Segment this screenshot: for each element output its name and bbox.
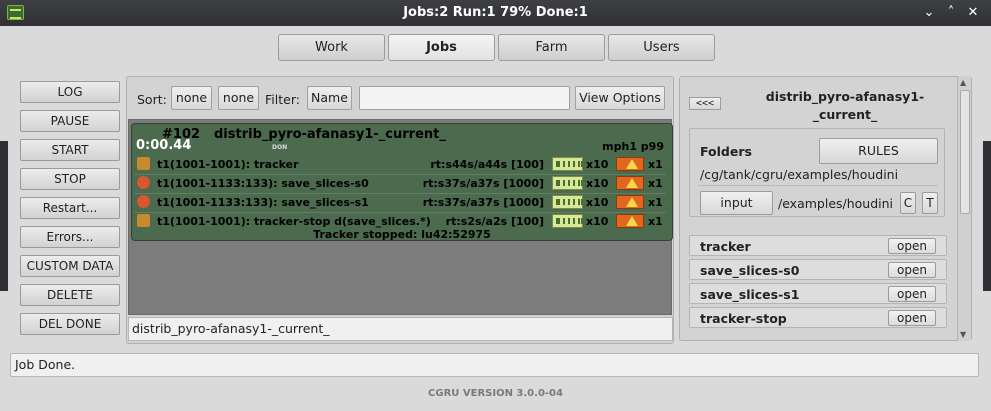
del-done-button[interactable]: DEL DONE [20,313,120,335]
job-item[interactable]: #102 distrib_pyro-afanasy1-_current_ 0:0… [131,123,673,241]
folders-label: Folders [700,144,752,159]
tab-work[interactable]: Work [278,34,385,61]
tracker-icon [137,157,150,170]
block-runtime: rt:s2s/a2s [100] [445,215,544,228]
tracker-icon [137,214,150,227]
job-host: mph1 p99 [602,140,664,153]
job-state: DON [272,144,288,151]
sort-label: Sort: [137,92,167,107]
open-button[interactable]: open [888,238,936,254]
slices-icon [137,176,150,189]
details-block-save-slices-s1: save_slices-s1 open [689,283,947,304]
start-button[interactable]: START [20,139,120,161]
scroll-up-icon[interactable]: ▲ [960,78,966,87]
block-capacity: x10 [586,196,609,209]
host-icon [616,214,644,228]
block-hosts: x1 [648,158,663,171]
divider [698,185,938,186]
host-icon [616,195,644,209]
input-path: /examples/houdini [778,196,894,211]
folders-section: Folders RULES /cg/tank/cgru/examples/hou… [689,128,945,217]
tab-farm[interactable]: Farm [498,34,605,61]
view-options-button[interactable]: View Options [575,86,665,110]
block-hosts: x1 [648,215,663,228]
capacity-chip-icon [552,157,583,171]
slices-icon [137,195,150,208]
input-button[interactable]: input [700,191,773,215]
block-label: tracker [700,239,751,254]
version-label: CGRU VERSION 3.0.0-04 [428,388,563,399]
block-label: tracker-stop [700,311,787,326]
filter-label: Filter: [265,92,300,107]
block-capacity: x10 [586,158,609,171]
status-bar: Job Done. [10,353,979,377]
block-capacity: x10 [586,215,609,228]
details-title: distrib_pyro-afanasy1-_current_ [765,89,925,122]
open-button[interactable]: open [888,286,936,302]
c-button[interactable]: C [900,192,916,214]
errors-button[interactable]: Errors... [20,226,120,248]
block-name: t1(1001-1133:133): save_slices-s1 [157,196,369,209]
delete-button[interactable]: DELETE [20,284,120,306]
block-name: t1(1001-1001): tracker-stop d(save_slice… [157,215,431,228]
job-report: Tracker stopped: lu42:52975 [313,228,491,241]
capacity-chip-icon [552,214,583,228]
sort-secondary-button[interactable]: none [218,86,259,110]
pause-button[interactable]: PAUSE [20,110,120,132]
job-details-panel: <<< distrib_pyro-afanasy1-_current_ Fold… [679,76,972,341]
title-bar: Jobs:2 Run:1 79% Done:1 ⌄ ˄ ✕ [0,0,991,26]
minimize-icon[interactable]: ⌄ [920,4,938,22]
folder-path: /cg/tank/cgru/examples/houdini [700,167,899,182]
filter-field-button[interactable]: Name [307,86,352,110]
scroll-down-icon[interactable]: ▼ [960,330,966,339]
block-row[interactable]: t1(1001-1133:133): save_slices-s0 rt:s37… [132,174,674,193]
block-runtime: rt:s37s/a37s [1000] [422,196,544,209]
block-hosts: x1 [648,177,663,190]
block-hosts: x1 [648,196,663,209]
block-row[interactable]: t1(1001-1133:133): save_slices-s1 rt:s37… [132,193,674,212]
block-label: save_slices-s1 [700,287,800,302]
block-name: t1(1001-1001): tracker [157,158,299,171]
block-row[interactable]: t1(1001-1001): tracker rt:s44s/a44s [100… [132,155,674,174]
jobs-panel: Sort: none none Filter: Name View Option… [126,76,674,344]
restart-button[interactable]: Restart... [20,197,120,219]
log-button[interactable]: LOG [20,81,120,103]
open-button[interactable]: open [888,310,936,326]
details-block-tracker: tracker open [689,235,947,256]
stop-button[interactable]: STOP [20,168,120,190]
block-runtime: rt:s44s/a44s [100] [430,158,544,171]
job-name-field[interactable]: distrib_pyro-afanasy1-_current_ [128,317,673,341]
details-block-save-slices-s0: save_slices-s0 open [689,259,947,280]
main-window: Jobs:2 Run:1 79% Done:1 ⌄ ˄ ✕ Work Jobs … [0,0,991,411]
job-list[interactable]: #102 distrib_pyro-afanasy1-_current_ 0:0… [128,119,673,315]
tab-users[interactable]: Users [608,34,715,61]
left-edge-handle[interactable] [0,141,8,291]
custom-data-button[interactable]: CUSTOM DATA [20,255,120,277]
rules-button[interactable]: RULES [819,138,938,164]
capacity-chip-icon [552,195,583,209]
host-icon [616,176,644,190]
filter-input[interactable] [359,86,570,110]
tab-jobs[interactable]: Jobs [388,34,495,61]
block-label: save_slices-s0 [700,263,800,278]
block-name: t1(1001-1133:133): save_slices-s0 [157,177,369,190]
close-icon[interactable]: ✕ [964,4,982,22]
block-runtime: rt:s37s/a37s [1000] [422,177,544,190]
sort-primary-button[interactable]: none [171,86,212,110]
open-button[interactable]: open [888,262,936,278]
right-edge-handle[interactable] [983,141,991,291]
job-time: 0:00.44 [136,138,192,153]
details-scrollbar[interactable]: ▲ ▼ [957,76,971,341]
block-capacity: x10 [586,177,609,190]
window-title: Jobs:2 Run:1 79% Done:1 [403,5,588,20]
host-icon [616,157,644,171]
restore-icon[interactable]: ˄ [942,4,960,22]
back-button[interactable]: <<< [689,97,721,110]
t-button[interactable]: T [922,192,938,214]
job-name: distrib_pyro-afanasy1-_current_ [214,127,446,142]
details-block-tracker-stop: tracker-stop open [689,307,947,328]
capacity-chip-icon [552,176,583,190]
scroll-thumb[interactable] [960,90,970,214]
